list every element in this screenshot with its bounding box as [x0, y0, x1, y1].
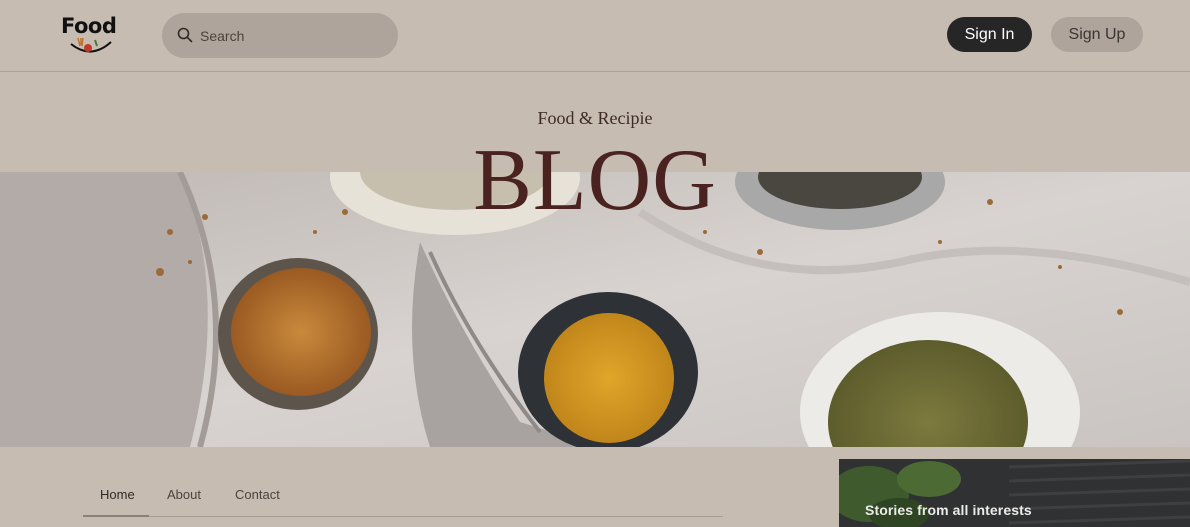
- nav-about[interactable]: About: [167, 487, 201, 502]
- logo-text: Food: [61, 14, 117, 38]
- stories-card[interactable]: Stories from all interests: [839, 459, 1190, 527]
- sign-in-button[interactable]: Sign In: [947, 17, 1032, 52]
- nav-contact[interactable]: Contact: [235, 487, 280, 502]
- main-nav: Home About Contact: [83, 480, 723, 518]
- sign-up-button[interactable]: Sign Up: [1051, 17, 1143, 52]
- nav-home[interactable]: Home: [100, 487, 135, 502]
- search-icon: [177, 27, 193, 43]
- food-logo[interactable]: Food: [61, 14, 123, 58]
- stories-card-text: Stories from all interests: [865, 502, 1032, 518]
- hero-subtitle: Food & Recipie: [537, 108, 653, 128]
- nav-active-indicator: [83, 515, 149, 517]
- nav-divider: [83, 516, 723, 517]
- search-bar[interactable]: [162, 13, 398, 58]
- blog-title: BLOG: [473, 132, 717, 229]
- search-input[interactable]: [200, 24, 380, 48]
- fork-spoon-logo-icon: [70, 37, 112, 53]
- top-header: Food Sign In Sign Up: [0, 0, 1190, 72]
